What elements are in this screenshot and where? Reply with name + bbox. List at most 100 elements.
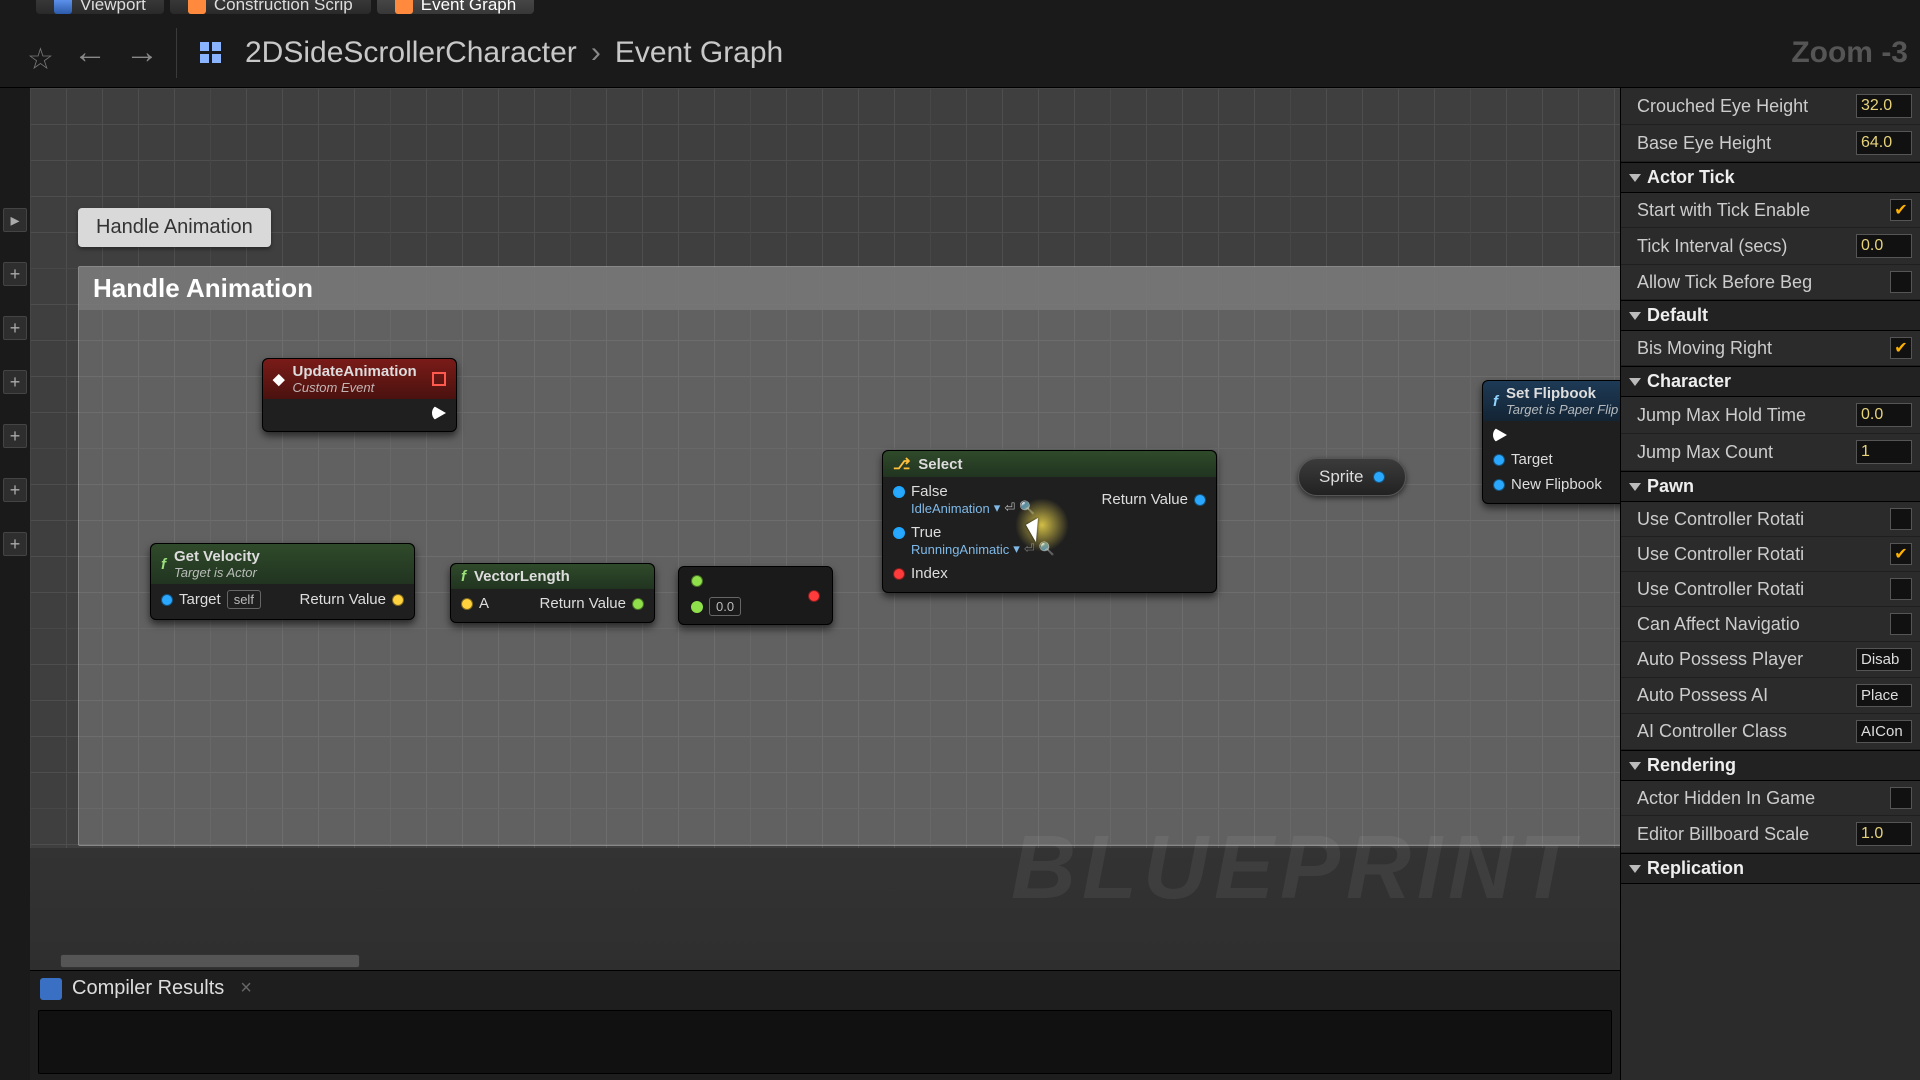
checkbox[interactable] — [1890, 337, 1912, 359]
favorite-button[interactable]: ☆ — [12, 27, 64, 79]
category-header[interactable]: Pawn — [1621, 471, 1920, 502]
return-pin[interactable]: Return Value — [540, 595, 644, 612]
category-header[interactable]: Default — [1621, 300, 1920, 331]
category-header[interactable]: Actor Tick — [1621, 162, 1920, 193]
float-in-pin[interactable]: 0.0 — [691, 597, 741, 616]
tab-viewport[interactable]: Viewport — [36, 0, 164, 14]
pin-label: True — [911, 524, 941, 541]
function-icon: f — [461, 568, 466, 585]
gutter-add-button[interactable]: + — [3, 262, 27, 286]
nav-separator — [176, 28, 177, 78]
property-input[interactable] — [1856, 403, 1912, 427]
false-pin[interactable]: False IdleAnimation▾⏎🔍 — [893, 483, 1035, 516]
true-pin[interactable]: True RunningAnimatic▾⏎🔍 — [893, 524, 1055, 557]
category-header[interactable]: Character — [1621, 366, 1920, 397]
checkbox[interactable] — [1890, 578, 1912, 600]
graph-canvas[interactable]: BLUEPRINT Handle Animation Handle Animat… — [30, 88, 1620, 1080]
nav-back-button[interactable]: ← — [64, 27, 116, 79]
target-pin[interactable]: Target self — [161, 590, 261, 609]
property-input[interactable] — [1856, 822, 1912, 846]
breadcrumb-graph[interactable]: Event Graph — [615, 36, 783, 70]
target-pin[interactable]: Target — [1493, 451, 1620, 468]
nav-home-button[interactable] — [185, 27, 237, 79]
close-icon[interactable]: × — [240, 977, 252, 1000]
gutter-add-button[interactable]: + — [3, 370, 27, 394]
node-variable-sprite[interactable]: Sprite — [1298, 458, 1406, 496]
checkbox[interactable] — [1890, 271, 1912, 293]
horizontal-scrollbar[interactable] — [60, 954, 360, 968]
node-header: ⎇ Select — [883, 451, 1216, 477]
gutter-add-button[interactable]: + — [3, 316, 27, 340]
select-icon: ⎇ — [893, 455, 910, 473]
object-pin-icon — [1373, 471, 1385, 483]
node-greater-than[interactable]: 0.0 — [678, 566, 833, 625]
property-label: Base Eye Height — [1637, 133, 1771, 154]
property-row: Actor Hidden In Game — [1621, 781, 1920, 816]
property-input[interactable] — [1856, 234, 1912, 258]
pin-asset[interactable]: IdleAnimation — [911, 501, 990, 516]
breadcrumb-asset[interactable]: 2DSideScrollerCharacter — [245, 36, 577, 70]
property-label: Crouched Eye Height — [1637, 96, 1808, 117]
comment-chip[interactable]: Handle Animation — [78, 208, 271, 247]
gutter-add-button[interactable]: + — [3, 478, 27, 502]
pin-label: New Flipbook — [1511, 476, 1602, 493]
bool-pin-icon — [893, 568, 905, 580]
find-icon[interactable]: 🔍 — [1019, 500, 1035, 516]
property-row: Auto Possess AIPlace — [1621, 678, 1920, 714]
exec-in-pin[interactable] — [1493, 427, 1620, 443]
nav-forward-button[interactable]: → — [116, 27, 168, 79]
node-vector-length[interactable]: f VectorLength A Return Value — [450, 563, 655, 623]
gutter-add-button[interactable]: + — [3, 532, 27, 556]
property-select[interactable]: Disab — [1856, 648, 1912, 671]
compiler-output[interactable] — [38, 1010, 1612, 1074]
tab-construction[interactable]: Construction Scrip — [170, 0, 371, 14]
bool-out-pin[interactable] — [808, 590, 820, 602]
pin-asset[interactable]: RunningAnimatic — [911, 542, 1009, 557]
category-header[interactable]: Replication — [1621, 853, 1920, 884]
chevron-down-icon — [1629, 483, 1641, 491]
float-in-pin[interactable] — [691, 575, 741, 587]
checkbox[interactable] — [1890, 199, 1912, 221]
return-pin[interactable]: Return Value — [1102, 491, 1206, 508]
exec-out-pin[interactable] — [432, 405, 446, 421]
property-input[interactable] — [1856, 440, 1912, 464]
node-get-velocity[interactable]: f Get Velocity Target is Actor Target se… — [150, 543, 415, 620]
node-select[interactable]: ⎇ Select False IdleAnimation▾⏎🔍 Return V… — [882, 450, 1217, 593]
node-title: Get Velocity — [174, 548, 260, 565]
property-select[interactable]: Place — [1856, 684, 1912, 707]
category-header[interactable]: Rendering — [1621, 750, 1920, 781]
event-delegate-pin[interactable] — [432, 372, 446, 386]
arrow-left-icon: ← — [73, 33, 107, 72]
property-select[interactable]: AICon — [1856, 720, 1912, 743]
property-label: Can Affect Navigatio — [1637, 614, 1800, 635]
exec-icon — [432, 405, 446, 421]
property-input[interactable] — [1856, 94, 1912, 118]
chevron-down-icon — [1629, 312, 1641, 320]
node-title: VectorLength — [474, 568, 570, 585]
find-icon[interactable]: 🔍 — [1039, 541, 1055, 557]
tab-event-graph[interactable]: Event Graph — [377, 0, 534, 14]
checkbox[interactable] — [1890, 787, 1912, 809]
gutter-add-button[interactable]: + — [3, 424, 27, 448]
checkbox[interactable] — [1890, 508, 1912, 530]
gutter-expand-button[interactable]: ▸ — [3, 208, 27, 232]
index-pin[interactable]: Index — [893, 565, 948, 582]
browse-icon[interactable]: ⏎ — [1024, 541, 1035, 557]
checkbox[interactable] — [1890, 613, 1912, 635]
object-pin-icon — [1493, 454, 1505, 466]
property-input[interactable] — [1856, 131, 1912, 155]
browse-icon[interactable]: ⏎ — [1004, 500, 1015, 516]
pin-default[interactable]: 0.0 — [709, 597, 741, 616]
a-pin[interactable]: A — [461, 595, 489, 612]
node-header: ◆ UpdateAnimation Custom Event — [263, 359, 456, 399]
return-pin[interactable]: Return Value — [300, 591, 404, 608]
new-flipbook-pin[interactable]: New Flipbook — [1493, 476, 1620, 493]
graph-nav-bar: ☆ ← → 2DSideScrollerCharacter › Event Gr… — [0, 18, 1920, 88]
property-row: Bis Moving Right — [1621, 331, 1920, 366]
node-update-animation[interactable]: ◆ UpdateAnimation Custom Event — [262, 358, 457, 432]
node-set-flipbook[interactable]: f Set Flipbook Target is Paper Flip Targ… — [1482, 380, 1620, 504]
editor-tab-strip: Viewport Construction Scrip Event Graph — [0, 0, 1920, 18]
tab-label: Event Graph — [421, 0, 516, 15]
checkbox[interactable] — [1890, 543, 1912, 565]
node-title: Select — [918, 456, 962, 473]
